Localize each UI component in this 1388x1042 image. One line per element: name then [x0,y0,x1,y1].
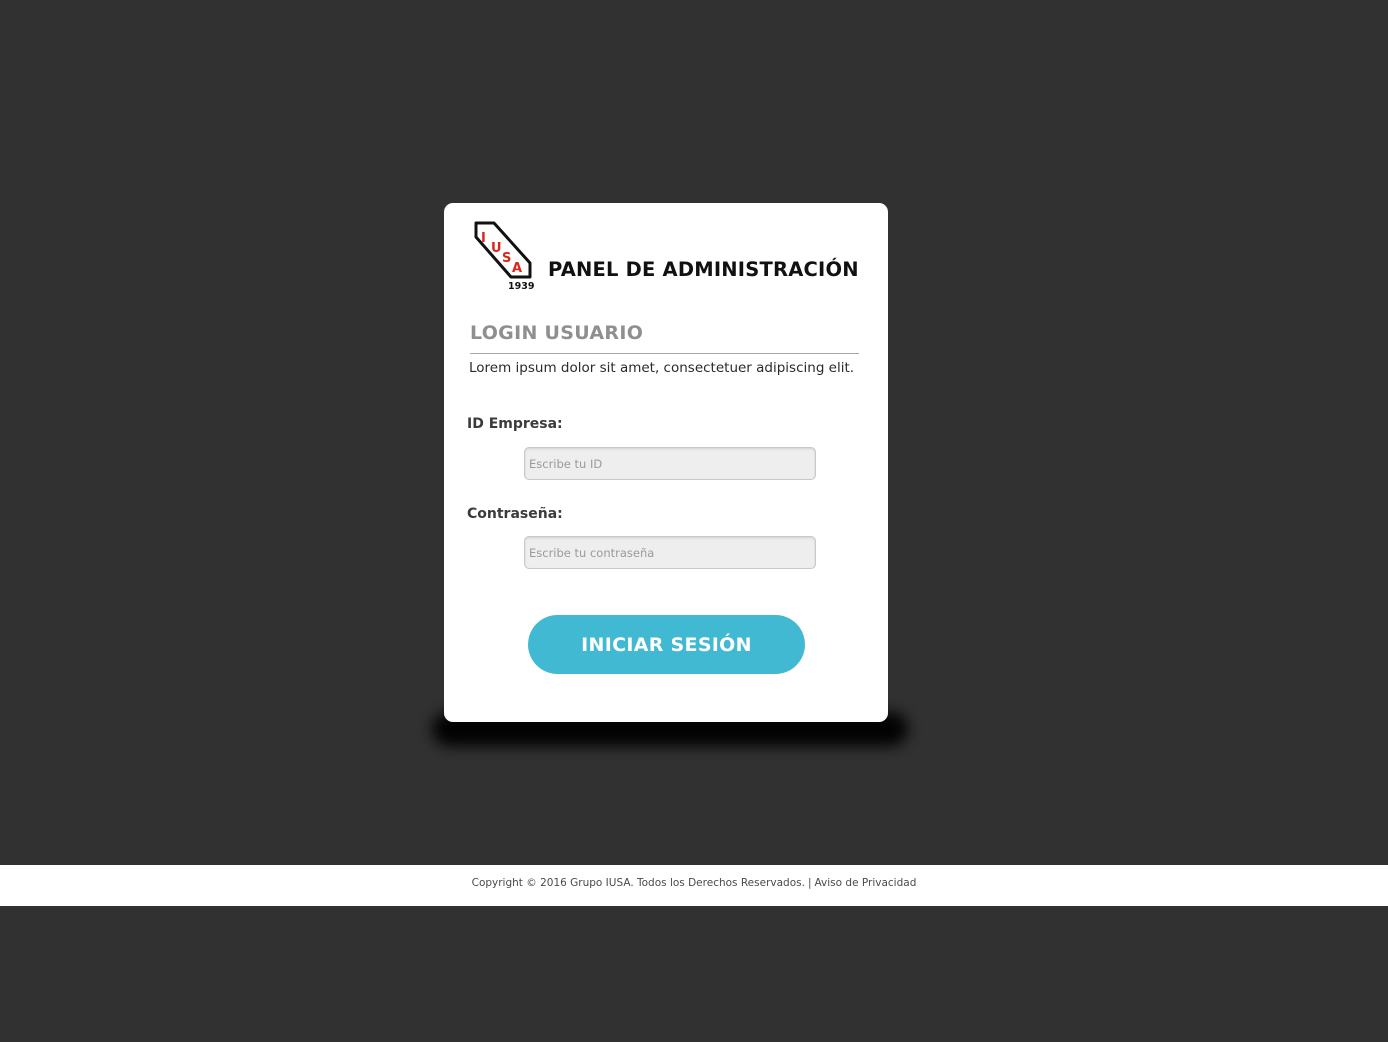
footer-separator: | [807,877,812,889]
company-id-input[interactable] [524,447,816,480]
logo-year: 1939 [508,281,534,292]
copyright-text: Copyright © 2016 Grupo IUSA. Todos los D… [471,877,805,889]
footer-text: Copyright © 2016 Grupo IUSA. Todos los D… [0,877,1388,889]
heading-divider [470,353,859,354]
logo-letter-i: I [481,231,486,246]
login-page: I U S A 1939 PANEL DE ADMINISTRACIÓN LOG… [0,0,1388,1042]
logo-letter-a: A [512,261,522,276]
id-field-label: ID Empresa: [467,416,563,432]
logo-letter-u: U [491,241,502,256]
login-card: I U S A 1939 PANEL DE ADMINISTRACIÓN LOG… [444,203,888,722]
footer: Copyright © 2016 Grupo IUSA. Todos los D… [0,865,1388,906]
iusa-logo: I U S A 1939 [474,221,534,292]
login-heading: LOGIN USUARIO [470,322,644,344]
password-field-label: Contraseña: [467,506,563,522]
page-title: PANEL DE ADMINISTRACIÓN [548,258,859,281]
logo-letter-s: S [502,251,511,266]
privacy-link[interactable]: Aviso de Privacidad [814,877,916,889]
password-input[interactable] [524,536,816,569]
login-button[interactable]: INICIAR SESIÓN [528,615,805,674]
intro-text: Lorem ipsum dolor sit amet, consectetuer… [469,360,855,376]
